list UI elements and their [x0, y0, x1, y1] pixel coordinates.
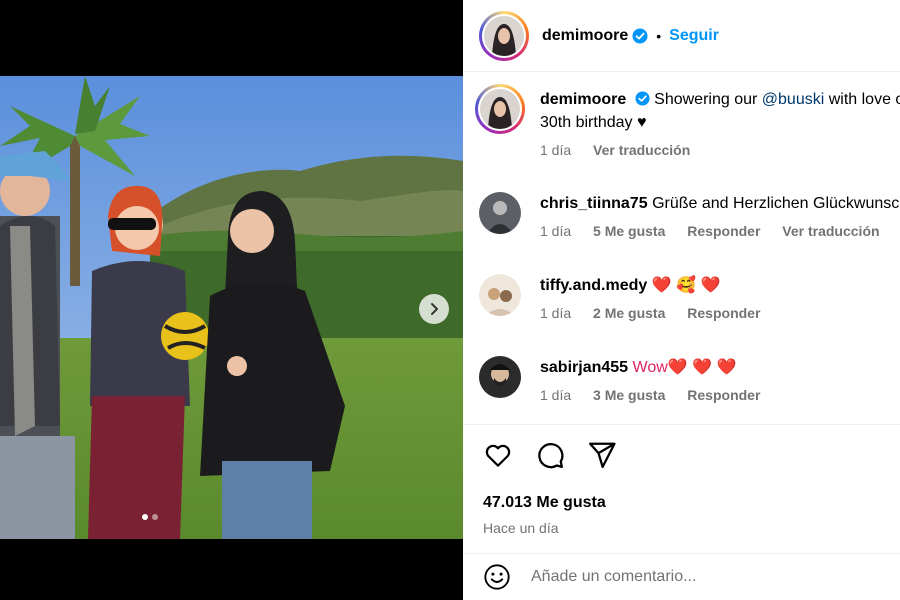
avatar[interactable] [479, 356, 521, 398]
follow-button[interactable]: Seguir [669, 27, 719, 45]
reply-button[interactable]: Responder [687, 305, 760, 321]
reply-button[interactable]: Responder [687, 387, 760, 403]
caption-avatar[interactable] [475, 84, 525, 134]
send-icon[interactable] [587, 440, 617, 470]
heart-icon[interactable] [483, 440, 513, 470]
comment-age[interactable]: 1 día [540, 305, 571, 321]
list-item: chris_tiinna75 Grüße and Herzlichen Glüc… [479, 192, 900, 239]
comment-list: demimoore Showering our @buuski with lov… [463, 72, 900, 425]
see-translation-button[interactable]: Ver traducción [782, 223, 879, 239]
caption-comment: demimoore Showering our @buuski with lov… [475, 84, 900, 158]
comment-composer [463, 553, 900, 600]
avatar-image [479, 274, 521, 316]
verified-badge-icon [635, 91, 650, 106]
smiley-icon[interactable] [483, 563, 511, 591]
post-details: demimoore • Seguir demimoore Showering o… [463, 0, 900, 600]
caption-text-part: Showering our [654, 91, 762, 108]
caption-text-part: with love on her [828, 91, 900, 108]
caption-avatar-image [480, 89, 520, 129]
slide-indicator [0, 514, 300, 520]
list-item: sabirjan455 Wow❤️ ❤️ ❤️ 1 día 3 Me gusta… [479, 356, 900, 403]
post-timestamp[interactable]: Hace un día [483, 520, 559, 536]
likes-count[interactable]: 47.013 Me gusta [483, 494, 606, 512]
comment-likes[interactable]: 3 Me gusta [593, 387, 665, 403]
chevron-right-icon [431, 303, 438, 315]
slide-dot-active [142, 514, 148, 520]
comment-username[interactable]: tiffy.and.medy [540, 277, 647, 294]
header-separator: • [656, 27, 662, 44]
avatar[interactable] [479, 192, 521, 234]
comment-likes[interactable]: 5 Me gusta [593, 223, 665, 239]
verified-badge-icon [632, 28, 648, 43]
comment-username[interactable]: chris_tiinna75 [540, 195, 648, 212]
comment-text: Grüße and Herzlichen Glückwunsch [652, 195, 900, 212]
comment-username[interactable]: demimoore [540, 91, 626, 108]
post-photo-image [0, 76, 463, 539]
author-avatar[interactable] [479, 10, 529, 61]
caption-text: demimoore Showering our @buuski with lov… [540, 88, 900, 111]
list-item: tiffy.and.medy ❤️ 🥰 ❤️ 1 día 2 Me gusta … [479, 274, 900, 321]
avatar-image [479, 192, 521, 234]
comment-age[interactable]: 1 día [540, 387, 571, 403]
comment-input[interactable] [531, 568, 831, 586]
post-actions [483, 440, 617, 470]
avatar[interactable] [479, 274, 521, 316]
caption-text-line2: 30th birthday ♥ [540, 114, 647, 131]
comment-likes[interactable]: 2 Me gusta [593, 305, 665, 321]
mention-link[interactable]: @buuski [762, 91, 825, 108]
post-photo[interactable] [0, 76, 463, 539]
post-header: demimoore • Seguir [463, 0, 900, 72]
author-avatar-image [484, 15, 524, 56]
comment-age[interactable]: 1 día [540, 223, 571, 239]
comment-icon[interactable] [535, 440, 565, 470]
comment-text: Wow❤️ ❤️ ❤️ [632, 359, 737, 376]
avatar-image [479, 356, 521, 398]
comment-username[interactable]: sabirjan455 [540, 359, 628, 376]
comment-text: ❤️ 🥰 ❤️ [651, 277, 721, 294]
next-slide-button[interactable] [419, 294, 449, 324]
see-translation-button[interactable]: Ver traducción [593, 142, 690, 158]
comment-age[interactable]: 1 día [540, 142, 571, 158]
slide-dot [152, 514, 158, 520]
author-username[interactable]: demimoore [542, 27, 628, 45]
reply-button[interactable]: Responder [687, 223, 760, 239]
media-pane [0, 0, 463, 600]
